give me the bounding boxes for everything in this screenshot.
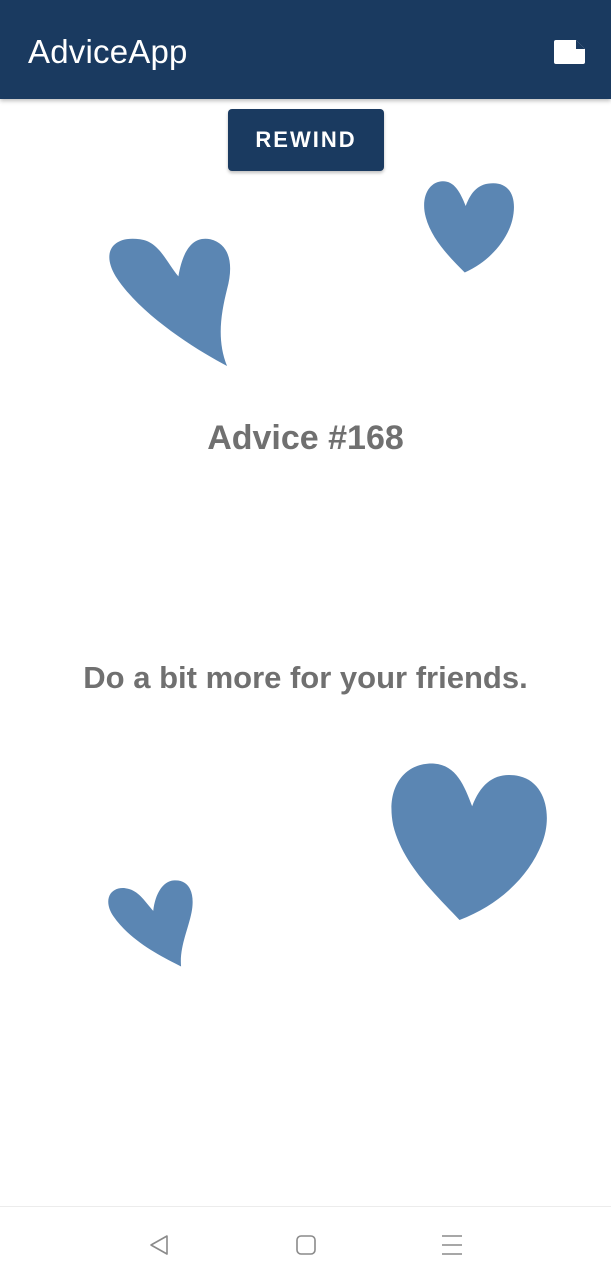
advice-number: Advice #168 [207,419,404,457]
heart-icon [108,870,195,976]
heart-icon [422,175,517,275]
home-square-icon [294,1233,318,1262]
note-icon [553,38,587,66]
heart-icon [390,758,548,924]
menu-button[interactable] [432,1227,472,1267]
note-button[interactable] [545,30,595,74]
home-button[interactable] [286,1227,326,1267]
back-triangle-icon [147,1233,171,1262]
advice-screen: AdviceApp REWIND Advice #168 Do a bit mo… [0,0,611,1280]
back-button[interactable] [139,1227,179,1267]
app-bar: AdviceApp [0,0,611,99]
advice-text: Do a bit more for your friends. [83,660,528,695]
app-title: AdviceApp [28,33,188,70]
heart-icon [108,223,236,381]
rewind-button[interactable]: REWIND [228,109,384,171]
menu-lines-icon [440,1233,464,1262]
system-nav-bar [0,1206,611,1280]
